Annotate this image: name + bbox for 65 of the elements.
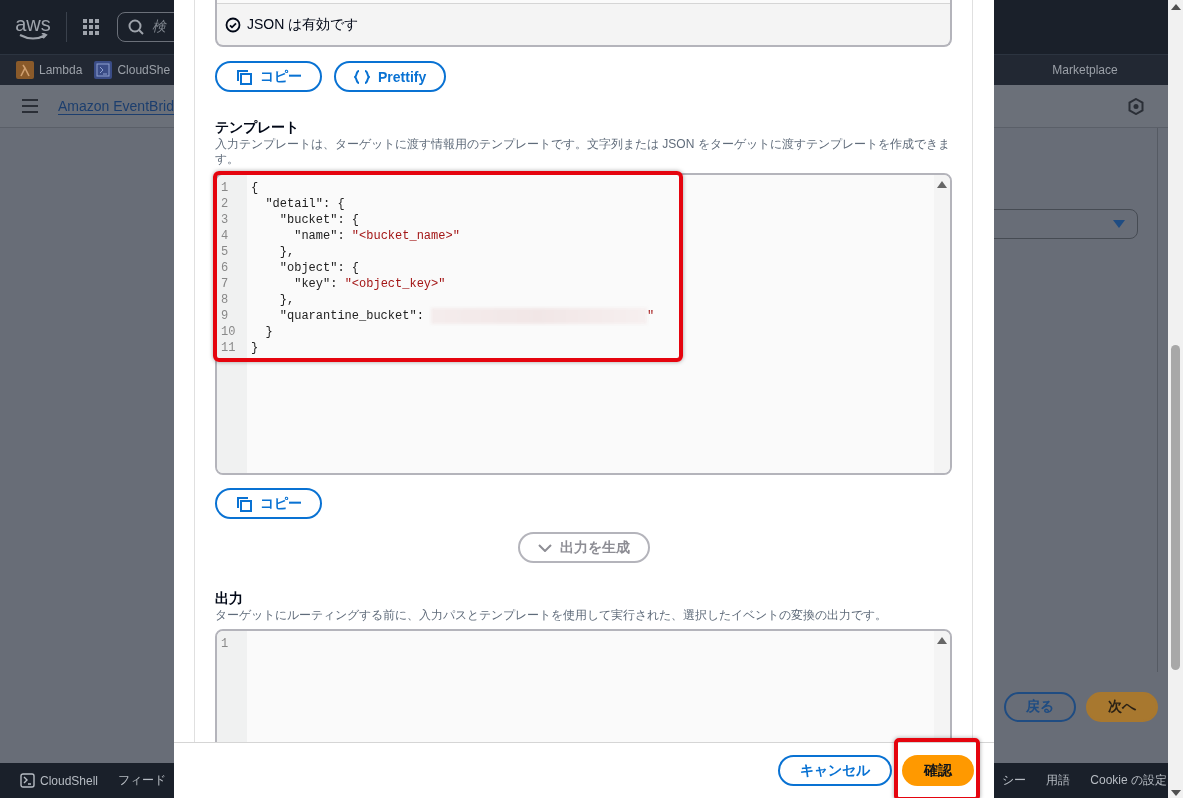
apps-grid-icon[interactable]: [83, 19, 99, 35]
lambda-icon: [16, 61, 34, 79]
line-number: 6: [220, 260, 230, 276]
code-line: {: [251, 180, 259, 196]
footer-link[interactable]: シー: [1002, 772, 1027, 789]
code-line: "detail": {: [264, 196, 345, 212]
line-number: 1: [220, 180, 230, 196]
code-line: },: [278, 292, 295, 308]
line-number: 9: [220, 308, 230, 324]
cancel-button[interactable]: キャンセル: [778, 755, 892, 786]
confirm-button[interactable]: 確認: [902, 755, 974, 786]
code-editor[interactable]: 1: [215, 629, 952, 742]
logo-text: aws: [15, 14, 51, 33]
section-title: テンプレート: [215, 119, 300, 135]
code-line: ": [647, 308, 655, 324]
prettify-button[interactable]: Prettify: [334, 61, 447, 92]
line-number: 1: [220, 636, 230, 652]
line-number: 8: [220, 292, 230, 308]
validation-message: JSON は有効です: [247, 15, 359, 34]
scroll-up-icon[interactable]: [937, 181, 947, 188]
code-line: },: [278, 244, 295, 260]
menu-icon: [22, 99, 38, 113]
code-line: "object": {: [278, 260, 360, 276]
copy-icon: [235, 495, 252, 512]
line-number: 4: [220, 228, 230, 244]
copy-button[interactable]: コピー: [215, 488, 322, 519]
aws-logo[interactable]: aws: [15, 14, 51, 40]
search-placeholder: 検: [152, 18, 166, 36]
dropdown-caret-icon: [1113, 220, 1125, 228]
code-line: "bucket": {: [278, 212, 360, 228]
code-line: "key": "<object_key>": [293, 276, 446, 292]
favorite-link[interactable]: Lambda: [39, 63, 83, 77]
line-number: 5: [220, 244, 230, 260]
section-title: 出力: [215, 590, 244, 606]
code-line: }: [251, 340, 259, 356]
line-number: 3: [220, 212, 230, 228]
section-description: 入力テンプレートは、ターゲットに渡す情報用のテンプレートです。文字列または JSON をターゲットに渡すテンプレートを作成できます。: [215, 137, 951, 167]
code-line: "name": "<bucket_name>": [293, 228, 460, 244]
braces-icon: [354, 68, 370, 85]
page-scrollbar[interactable]: [1168, 0, 1183, 798]
code-editor[interactable]: 1 { 2 "detail": { 3 "bucket": { 4 "name": "<bucket_name>" 5 }, 6 "object": { 7 "key": "<object_key>" 8 }, 9 "quarantine_bucket": " 10 } 11 }: [215, 173, 952, 475]
footer-link[interactable]: フィード: [118, 772, 167, 789]
section-description: ターゲットにルーティングする前に、入力パスとテンプレートを使用して実行された、選択したイベントの変換の出力です。: [215, 608, 888, 623]
line-number: 11: [220, 340, 237, 356]
check-circle-icon: [225, 16, 241, 33]
chevron-down-icon: [537, 543, 552, 552]
footer-link[interactable]: 用語: [1046, 772, 1071, 789]
smile-arrow-icon: [18, 32, 48, 40]
copy-button[interactable]: コピー: [215, 61, 322, 92]
copy-icon: [235, 68, 252, 85]
hexagon-icon[interactable]: [1128, 97, 1144, 115]
favorite-link[interactable]: Marketplace: [1052, 63, 1118, 77]
search-icon: [128, 19, 144, 35]
code-line: }: [264, 324, 273, 340]
cloudshell-link[interactable]: CloudShell: [40, 773, 99, 788]
scroll-up-icon[interactable]: [937, 637, 947, 644]
line-number: 2: [220, 196, 230, 212]
next-button[interactable]: 次へ: [1086, 692, 1158, 722]
line-number: 7: [220, 276, 230, 292]
terminal-icon: [20, 773, 35, 788]
footer-link[interactable]: Cookie の設定: [1090, 772, 1167, 789]
favorite-link[interactable]: CloudShe: [117, 63, 171, 77]
terminal-icon: [94, 61, 113, 79]
code-line: "quarantine_bucket":: [278, 308, 425, 324]
line-number: 10: [220, 324, 237, 340]
